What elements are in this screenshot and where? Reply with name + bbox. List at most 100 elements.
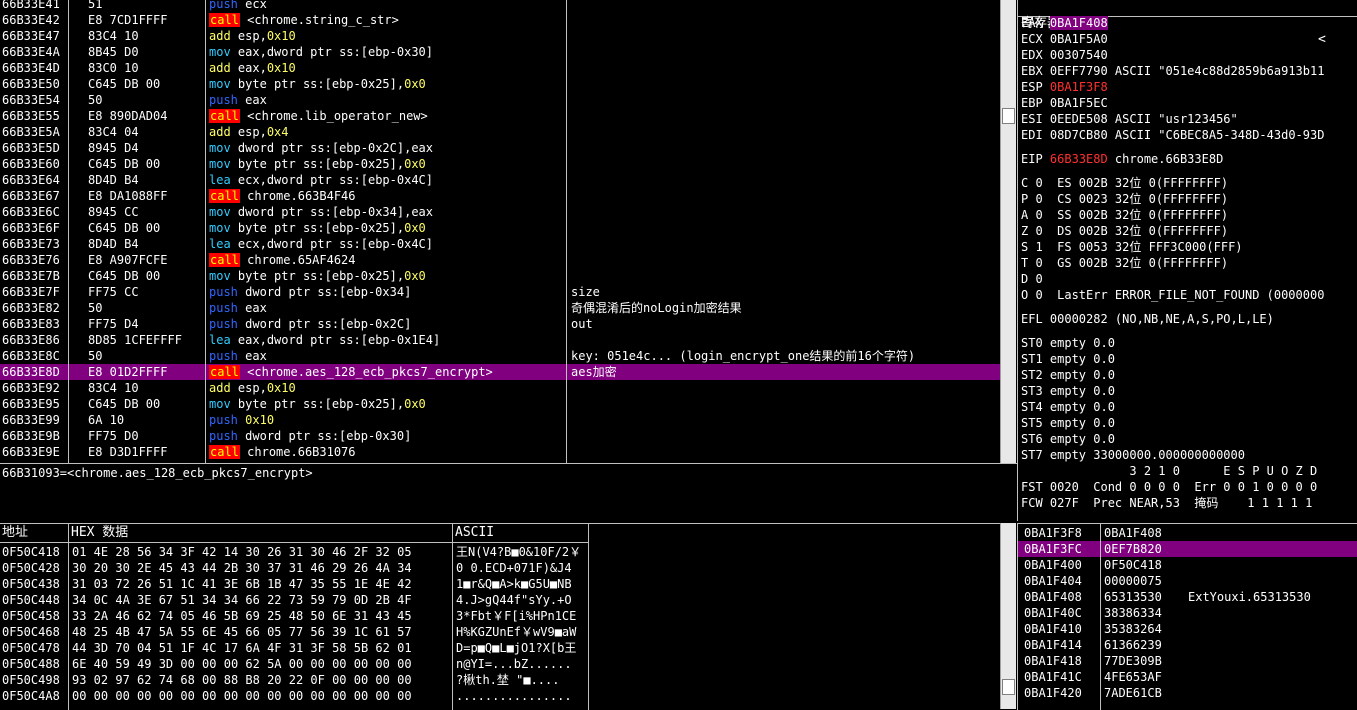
- disasm-row[interactable]: 66B33E8C 50 push eax key: 051e4c... (login_…: [0, 348, 1000, 364]
- disasm-row[interactable]: 66B33E4A 8B45 D0 mov eax,dword ptr ss:[ebp…: [0, 44, 1000, 60]
- disasm-row[interactable]: 66B33E76 E8 A907FCFE call chrome.65AF4624: [0, 252, 1000, 268]
- fpu-text[interactable]: ST1 empty 0.0: [1021, 352, 1115, 366]
- fpu-text[interactable]: ST6 empty 0.0: [1021, 432, 1115, 446]
- disassembly-scrollbar[interactable]: [1000, 0, 1016, 463]
- flag-text[interactable]: C 0 ES 002B 32位 0(FFFFFFFF): [1021, 176, 1228, 190]
- fpu-text[interactable]: ST0 empty 0.0: [1021, 336, 1115, 350]
- disasm-row[interactable]: 66B33E73 8D4D B4 lea ecx,dword ptr ss:[ebp…: [0, 236, 1000, 252]
- disasm-row[interactable]: 66B33E9B FF75 D0 push dword ptr ss:[ebp-0x…: [0, 428, 1000, 444]
- fpu-register-row[interactable]: ST1 empty 0.0: [1021, 351, 1357, 367]
- fpu-register-row[interactable]: ST6 empty 0.0: [1021, 431, 1357, 447]
- fst-row[interactable]: FST 0020 Cond 0 0 0 0 Err 0 0 1 0 0 0 0: [1021, 479, 1357, 495]
- stack-row[interactable]: 0BA1F3FC 0EF7B820: [1018, 541, 1357, 557]
- register-edx[interactable]: EDX 00307540: [1021, 47, 1357, 63]
- fcw-row[interactable]: FCW 027F Prec NEAR,53 掩码 1 1 1 1 1: [1021, 495, 1357, 511]
- stack-row[interactable]: 0BA1F400 0F50C418: [1018, 557, 1357, 573]
- flag-row[interactable]: S 1 FS 0053 32位 FFF3C000(FFF): [1021, 239, 1357, 255]
- hex-dump-pane[interactable]: 地址 HEX 数据 ASCII 0F50C418 01 4E 28 56 34 3…: [0, 523, 1000, 710]
- disasm-row[interactable]: 66B33E55 E8 890DAD04 call <chrome.lib_oper…: [0, 108, 1000, 124]
- dump-row[interactable]: 0F50C478 44 3D 70 04 51 1F 4C 17 6A 4F 31…: [0, 640, 1000, 656]
- disassembly-pane[interactable]: 66B33E41 51 push ecx 66B33E42 E8 7CD1FFFF cal…: [0, 0, 1000, 463]
- dump-row[interactable]: 0F50C448 34 0C 4A 3E 67 51 34 34 66 22 73…: [0, 592, 1000, 608]
- disasm-row[interactable]: 66B33E54 50 push eax: [0, 92, 1000, 108]
- register-ebx[interactable]: EBX 0EFF7790 ASCII "051e4c88d2859b6a913b…: [1021, 63, 1357, 79]
- disasm-row[interactable]: 66B33E92 83C4 10 add esp,0x10: [0, 380, 1000, 396]
- disasm-row[interactable]: 66B33E64 8D4D B4 lea ecx,dword ptr ss:[ebp…: [0, 172, 1000, 188]
- fpu-text[interactable]: ST4 empty 0.0: [1021, 400, 1115, 414]
- dump-row[interactable]: 0F50C4A8 00 00 00 00 00 00 00 00 00 00 00…: [0, 688, 1000, 704]
- register-eip[interactable]: EIP 66B33E8D chrome.66B33E8D: [1021, 151, 1357, 167]
- hex-dump-scroll-thumb[interactable]: [1002, 679, 1015, 695]
- flag-row[interactable]: O 0 LastErr ERROR_FILE_NOT_FOUND (000000…: [1021, 287, 1357, 303]
- register-value[interactable]: 0BA1F3F8: [1050, 80, 1108, 94]
- disasm-row[interactable]: 66B33E86 8D85 1CFEFFFF lea eax,dword ptr s…: [0, 332, 1000, 348]
- register-value[interactable]: 00307540: [1050, 48, 1108, 62]
- fpu-register-row[interactable]: ST4 empty 0.0: [1021, 399, 1357, 415]
- dump-row[interactable]: 0F50C468 48 25 4B 47 5A 55 6E 45 66 05 77…: [0, 624, 1000, 640]
- flag-row[interactable]: C 0 ES 002B 32位 0(FFFFFFFF): [1021, 175, 1357, 191]
- disasm-row[interactable]: 66B33E50 C645 DB 00 mov byte ptr ss:[ebp-0…: [0, 76, 1000, 92]
- dump-header-ascii[interactable]: ASCII: [453, 524, 589, 543]
- dump-row[interactable]: 0F50C428 30 20 30 2E 45 43 44 2B 30 37 31…: [0, 560, 1000, 576]
- flag-row[interactable]: P 0 CS 0023 32位 0(FFFFFFFF): [1021, 191, 1357, 207]
- register-esp[interactable]: ESP 0BA1F3F8: [1021, 79, 1357, 95]
- stack-row[interactable]: 0BA1F418 77DE309B: [1018, 653, 1357, 669]
- stack-row[interactable]: 0BA1F404 00000075: [1018, 573, 1357, 589]
- flag-row[interactable]: D 0: [1021, 271, 1357, 287]
- disasm-row[interactable]: 66B33E95 C645 DB 00 mov byte ptr ss:[ebp-0…: [0, 396, 1000, 412]
- register-eax[interactable]: EAX 0BA1F408: [1021, 15, 1357, 31]
- flag-text[interactable]: O 0 LastErr ERROR_FILE_NOT_FOUND (000000…: [1021, 288, 1324, 302]
- flag-text[interactable]: A 0 SS 002B 32位 0(FFFFFFFF): [1021, 208, 1228, 222]
- register-edi[interactable]: EDI 08D7CB80 ASCII "C6BEC8A5-348D-43d0-9…: [1021, 127, 1357, 143]
- fpu-bits-header[interactable]: 3 2 1 0 E S P U O Z D: [1021, 463, 1357, 479]
- fpu-register-row[interactable]: ST3 empty 0.0: [1021, 383, 1357, 399]
- disasm-row[interactable]: 66B33E99 6A 10 push 0x10: [0, 412, 1000, 428]
- disasm-row[interactable]: 66B33E83 FF75 D4 push dword ptr ss:[ebp-0x…: [0, 316, 1000, 332]
- disasm-row[interactable]: 66B33E41 51 push ecx: [0, 0, 1000, 12]
- register-ecx[interactable]: ECX 0BA1F5A0: [1021, 31, 1357, 47]
- flag-text[interactable]: D 0: [1021, 272, 1043, 286]
- disasm-row[interactable]: 66B33E7B C645 DB 00 mov byte ptr ss:[ebp-0…: [0, 268, 1000, 284]
- registers-pane[interactable]: 寄存器 (FPU) < EAX 0BA1F408ECX 0BA1F5A0EDX …: [1017, 0, 1357, 521]
- dump-header-address[interactable]: 地址: [0, 524, 69, 543]
- flag-text[interactable]: P 0 CS 0023 32位 0(FFFFFFFF): [1021, 192, 1228, 206]
- fpu-text[interactable]: ST7 empty 33000000.000000000000: [1021, 448, 1245, 462]
- register-value[interactable]: 08D7CB80: [1050, 128, 1108, 142]
- stack-row[interactable]: 0BA1F410 35383264: [1018, 621, 1357, 637]
- stack-row[interactable]: 0BA1F420 7ADE61CB: [1018, 685, 1357, 701]
- disasm-row[interactable]: 66B33E5A 83C4 04 add esp,0x4: [0, 124, 1000, 140]
- dump-row[interactable]: 0F50C438 31 03 72 26 51 1C 41 3E 6B 1B 47…: [0, 576, 1000, 592]
- fpu-register-row[interactable]: ST7 empty 33000000.000000000000: [1021, 447, 1357, 463]
- stack-row[interactable]: 0BA1F3F8 0BA1F408: [1018, 525, 1357, 541]
- stack-pane[interactable]: 0BA1F3F8 0BA1F408 0BA1F3FC 0EF7B820 0BA1F400…: [1017, 523, 1357, 710]
- flag-row[interactable]: Z 0 DS 002B 32位 0(FFFFFFFF): [1021, 223, 1357, 239]
- dump-row[interactable]: 0F50C418 01 4E 28 56 34 3F 42 14 30 26 31…: [0, 544, 1000, 560]
- register-ebp[interactable]: EBP 0BA1F5EC: [1021, 95, 1357, 111]
- disasm-row[interactable]: 66B33E82 50 push eax 奇偶混淆后的noLogin加密结果: [0, 300, 1000, 316]
- flag-text[interactable]: Z 0 DS 002B 32位 0(FFFFFFFF): [1021, 224, 1228, 238]
- dump-row[interactable]: 0F50C458 33 2A 46 62 74 05 46 5B 69 25 48…: [0, 608, 1000, 624]
- disasm-row[interactable]: 66B33E47 83C4 10 add esp,0x10: [0, 28, 1000, 44]
- register-value[interactable]: 0EEDE508: [1050, 112, 1108, 126]
- disasm-row[interactable]: 66B33E7F FF75 CC push dword ptr ss:[ebp-0x…: [0, 284, 1000, 300]
- fst-text[interactable]: FST 0020 Cond 0 0 0 0 Err 0 0 1 0 0 0 0: [1021, 480, 1317, 494]
- disasm-row[interactable]: 66B33E6C 8945 CC mov dword ptr ss:[ebp-0x3…: [0, 204, 1000, 220]
- flag-row[interactable]: A 0 SS 002B 32位 0(FFFFFFFF): [1021, 207, 1357, 223]
- register-value[interactable]: 0EFF7790: [1050, 64, 1108, 78]
- fpu-text[interactable]: ST3 empty 0.0: [1021, 384, 1115, 398]
- register-value[interactable]: 0BA1F408: [1049, 16, 1108, 30]
- disasm-row[interactable]: 66B33E8D E8 01D2FFFF call <chrome.aes_128_…: [0, 364, 1000, 380]
- disasm-row[interactable]: 66B33E9E E8 D3D1FFFF call chrome.66B31076: [0, 444, 1000, 460]
- stack-row[interactable]: 0BA1F40C 38386334: [1018, 605, 1357, 621]
- register-value[interactable]: 0BA1F5EC: [1050, 96, 1108, 110]
- fpu-text[interactable]: ST5 empty 0.0: [1021, 416, 1115, 430]
- fpu-register-row[interactable]: ST2 empty 0.0: [1021, 367, 1357, 383]
- disasm-row[interactable]: 66B33E42 E8 7CD1FFFF call <chrome.string_c…: [0, 12, 1000, 28]
- dump-row[interactable]: 0F50C498 93 02 97 62 74 68 00 88 B8 20 22…: [0, 672, 1000, 688]
- fpu-register-row[interactable]: ST0 empty 0.0: [1021, 335, 1357, 351]
- disasm-row[interactable]: 66B33E6F C645 DB 00 mov byte ptr ss:[ebp-0…: [0, 220, 1000, 236]
- efl-row[interactable]: EFL 00000282 (NO,NB,NE,A,S,PO,L,LE): [1021, 311, 1357, 327]
- dump-row[interactable]: 0F50C488 6E 40 59 49 3D 00 00 00 62 5A 00…: [0, 656, 1000, 672]
- flag-text[interactable]: S 1 FS 0053 32位 FFF3C000(FFF): [1021, 240, 1243, 254]
- flag-text[interactable]: T 0 GS 002B 32位 0(FFFFFFFF): [1021, 256, 1228, 270]
